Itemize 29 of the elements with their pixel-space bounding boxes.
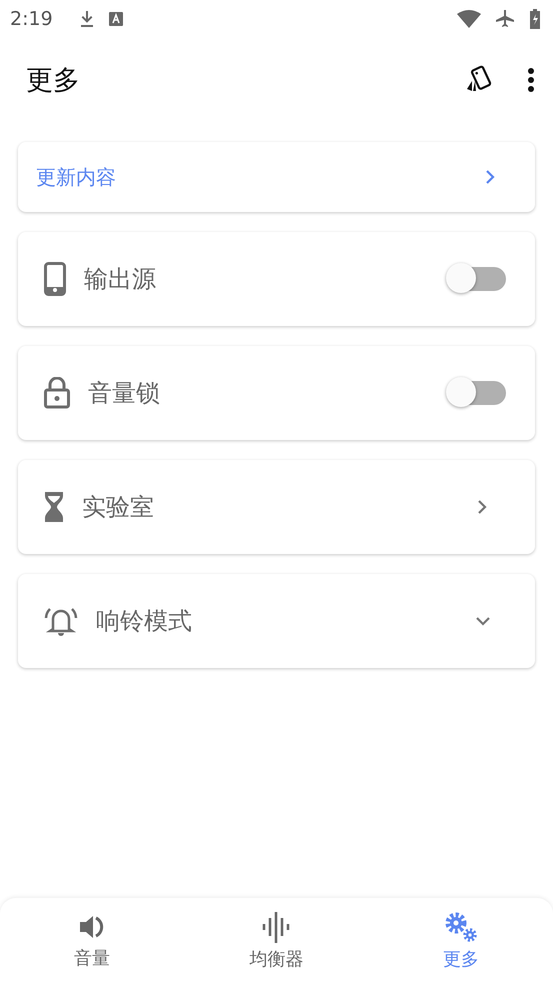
download-icon: [78, 10, 95, 28]
keyboard-icon: [108, 12, 123, 26]
setting-label: 实验室: [82, 492, 154, 523]
nav-tab[interactable]: 更多: [368, 898, 553, 984]
update-label: 更新内容: [36, 164, 116, 190]
settings-card[interactable]: 响铃模式: [18, 574, 535, 668]
chevron-right-icon: [477, 499, 487, 515]
lock-icon: [44, 377, 70, 409]
page-title: 更多: [26, 64, 80, 98]
update-card[interactable]: 更新内容: [18, 142, 535, 212]
nav-tab[interactable]: 音量: [0, 898, 184, 984]
status-time: 2:19: [10, 8, 53, 30]
setting-label: 响铃模式: [96, 606, 192, 637]
more-options-icon[interactable]: [527, 67, 535, 93]
settings-card[interactable]: 输出源: [18, 232, 535, 326]
setting-label: 音量锁: [88, 378, 160, 409]
setting-label: 输出源: [84, 264, 156, 295]
hourglass-icon: [44, 492, 64, 522]
airplane-icon: [495, 9, 515, 29]
phone-icon: [44, 262, 66, 296]
settings-card[interactable]: 音量锁: [18, 346, 535, 440]
bell-icon: [44, 605, 78, 637]
wifi-icon: [457, 10, 481, 28]
nav-tab[interactable]: 均衡器: [184, 898, 369, 984]
settings-card[interactable]: 实验室: [18, 460, 535, 554]
chevron-right-icon: [485, 169, 495, 185]
gears-icon: [444, 911, 478, 943]
waveform-icon: [261, 911, 292, 943]
battery-icon: [529, 9, 541, 29]
